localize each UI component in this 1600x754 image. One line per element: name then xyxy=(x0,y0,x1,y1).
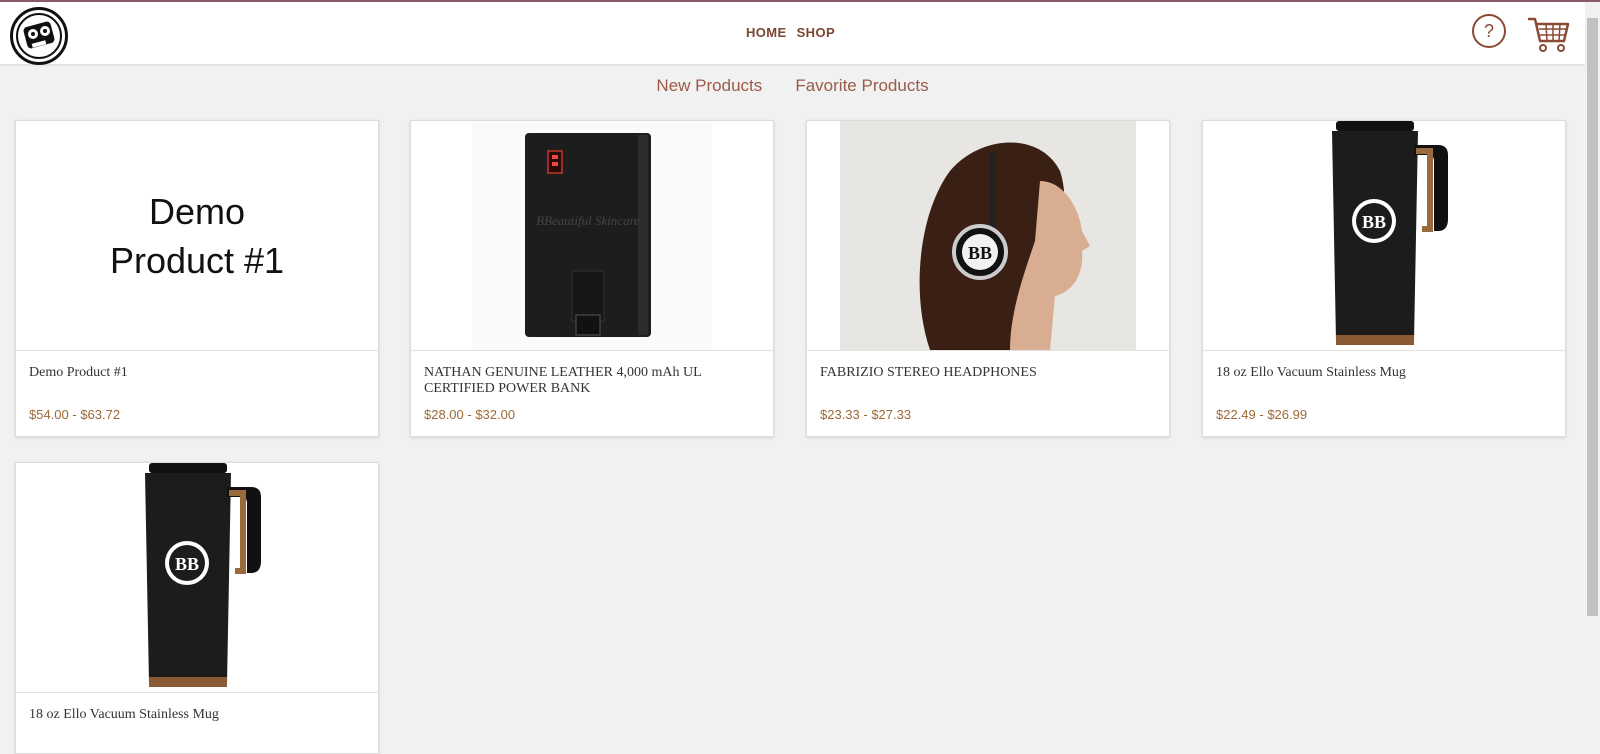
mug-logo-text: BB xyxy=(1362,212,1386,232)
product-name[interactable]: 18 oz Ello Vacuum Stainless Mug xyxy=(16,693,378,749)
product-tabs: New Products Favorite Products xyxy=(0,76,1585,96)
product-name[interactable]: NATHAN GENUINE LEATHER 4,000 mAh UL CERT… xyxy=(411,351,773,407)
help-icon[interactable]: ? xyxy=(1472,14,1506,48)
product-image: BBeautiful Skincare xyxy=(411,121,773,351)
nav-shop-link[interactable]: SHOP xyxy=(797,25,835,40)
nav-home-link[interactable]: HOME xyxy=(746,25,787,40)
scrollbar-thumb[interactable] xyxy=(1587,18,1598,616)
product-image: Demo Product #1 xyxy=(16,121,378,351)
product-card[interactable]: BB 18 oz Ello Vacuum Stainless Mug $22.4… xyxy=(1202,120,1566,437)
cart-icon[interactable] xyxy=(1526,14,1570,54)
help-symbol: ? xyxy=(1483,20,1494,41)
product-name[interactable]: Demo Product #1 xyxy=(16,351,378,407)
product-card[interactable]: BBeautiful Skincare NATHAN GENUINE LEATH… xyxy=(410,120,774,437)
site-header: HOME SHOP ? xyxy=(0,2,1585,65)
product-price: $22.49 - $26.99 xyxy=(1216,407,1308,422)
product-name[interactable]: FABRIZIO STEREO HEADPHONES xyxy=(807,351,1169,407)
main-nav: HOME SHOP xyxy=(746,25,835,40)
product-image-text: Demo Product #1 xyxy=(109,190,285,281)
product-card[interactable]: BB 18 oz Ello Vacuum Stainless Mug xyxy=(15,462,379,754)
product-image: BB xyxy=(1203,121,1565,351)
product-price: $23.33 - $27.33 xyxy=(820,407,912,422)
product-name[interactable]: 18 oz Ello Vacuum Stainless Mug xyxy=(1203,351,1565,407)
product-price: $54.00 - $63.72 xyxy=(29,407,121,422)
headphone-logo-text: BB xyxy=(968,243,992,263)
robot-logo-icon[interactable] xyxy=(10,7,68,65)
product-price: $28.00 - $32.00 xyxy=(424,407,516,422)
tab-favorite-products[interactable]: Favorite Products xyxy=(795,76,928,96)
product-image: BB xyxy=(807,121,1169,351)
product-image: BB xyxy=(16,463,378,693)
mug-logo-text: BB xyxy=(175,554,199,574)
product-card[interactable]: BB FABRIZIO STEREO HEADPHONES $23.33 - $… xyxy=(806,120,1170,437)
logo-emboss-text: BBeautiful Skincare xyxy=(536,213,640,228)
tab-new-products[interactable]: New Products xyxy=(656,76,762,96)
product-card[interactable]: Demo Product #1 Demo Product #1 $54.00 -… xyxy=(15,120,379,437)
